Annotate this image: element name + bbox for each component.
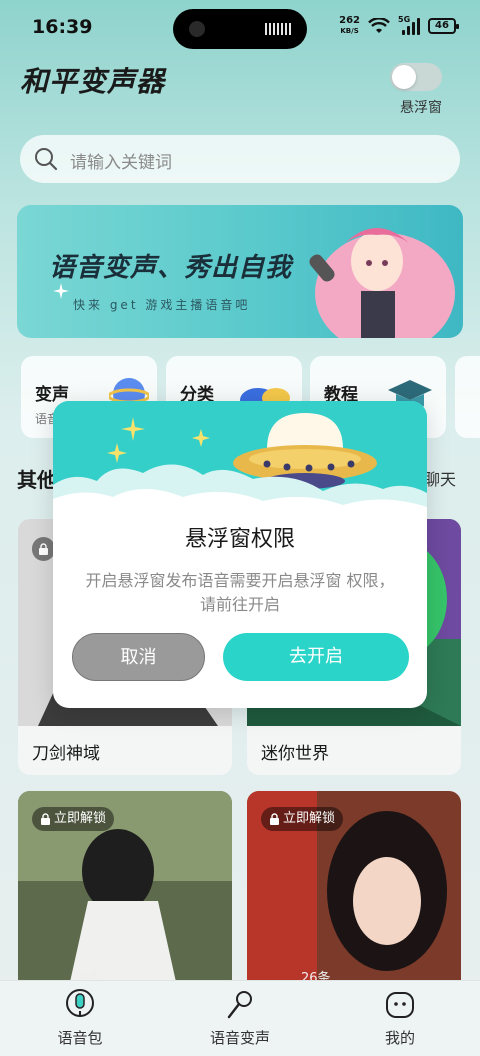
audio-wave-icon: [265, 23, 293, 35]
signal-icon: 5G: [398, 15, 420, 35]
search-placeholder: 请输入关键词: [70, 153, 172, 173]
speed-unit: KB/S: [340, 27, 359, 35]
permission-dialog: 悬浮窗权限 开启悬浮窗发布语音需要开启悬浮窗 权限，请前往开启 取消 去开启: [53, 401, 427, 708]
app-title: 和平变声器: [20, 65, 166, 98]
nav-label: 我的: [384, 1029, 415, 1047]
card-name: 刀剑神域: [32, 744, 100, 764]
unlock-label: 立即解锁: [283, 811, 336, 826]
battery-icon: 46: [428, 18, 459, 34]
mic-icon: [66, 989, 94, 1017]
unlock-label: 立即解锁: [54, 811, 107, 826]
toggle-knob: [392, 65, 416, 89]
status-bar: 16:39 262 KB/S 5G 46: [0, 0, 480, 56]
section-title: 其他: [17, 468, 57, 492]
bottom-nav: 语音包 语音变声 我的: [0, 980, 480, 1056]
nav-label: 语音包: [57, 1029, 103, 1047]
lock-icon: [41, 813, 50, 825]
wifi-icon: [368, 18, 390, 33]
unlock-badge[interactable]: 立即解锁: [32, 807, 115, 831]
toggle-label: 悬浮窗: [400, 100, 442, 116]
camera-dot: [189, 21, 205, 37]
cancel-button[interactable]: 取消: [72, 633, 205, 681]
floating-window-toggle[interactable]: [390, 63, 442, 91]
status-time: 16:39: [32, 16, 93, 38]
voice-pack-card[interactable]: 立即解锁 19条: [18, 791, 232, 991]
face-icon: [386, 992, 414, 1018]
unlock-badge[interactable]: 立即解锁: [261, 807, 344, 831]
open-permission-button[interactable]: 去开启: [223, 633, 409, 681]
sparkle-icon: [53, 283, 69, 299]
card-name: 迷你世界: [261, 744, 329, 764]
search-icon: [35, 148, 58, 171]
banner-title: 语音变声、秀出自我: [49, 253, 293, 283]
voice-pack-card[interactable]: 立即解锁 26条: [247, 791, 461, 991]
nav-voice-pack[interactable]: 语音包: [20, 981, 140, 1056]
category-more[interactable]: [455, 356, 480, 438]
ufo-clouds-illustration: [53, 401, 427, 531]
nav-label: 语音变声: [209, 1029, 270, 1047]
status-icons: 262 KB/S 5G 46: [339, 15, 459, 36]
section-right-label[interactable]: 聊天: [424, 466, 456, 490]
speed-value: 262: [339, 15, 360, 26]
dynamic-island: [173, 9, 307, 49]
dialog-title: 悬浮窗权限: [184, 527, 295, 552]
nav-voice-change[interactable]: 语音变声: [180, 981, 300, 1056]
lock-badge: [32, 537, 55, 561]
network-speed: 262 KB/S: [339, 16, 360, 36]
anime-girl-illustration: [309, 228, 455, 338]
dialog-message: 开启悬浮窗发布语音需要开启悬浮窗 权限，请前往开启: [85, 571, 395, 614]
banner-subtitle: 快来 get 游戏主播语音吧: [73, 298, 251, 312]
dialog-header-art: [53, 401, 427, 531]
promo-banner[interactable]: 语音变声、秀出自我 快来 get 游戏主播语音吧: [17, 205, 463, 338]
nav-mine[interactable]: 我的: [340, 981, 460, 1056]
search-input[interactable]: 请输入关键词: [20, 135, 460, 183]
lock-icon: [270, 813, 279, 825]
microphone-stand-icon: [227, 991, 252, 1019]
